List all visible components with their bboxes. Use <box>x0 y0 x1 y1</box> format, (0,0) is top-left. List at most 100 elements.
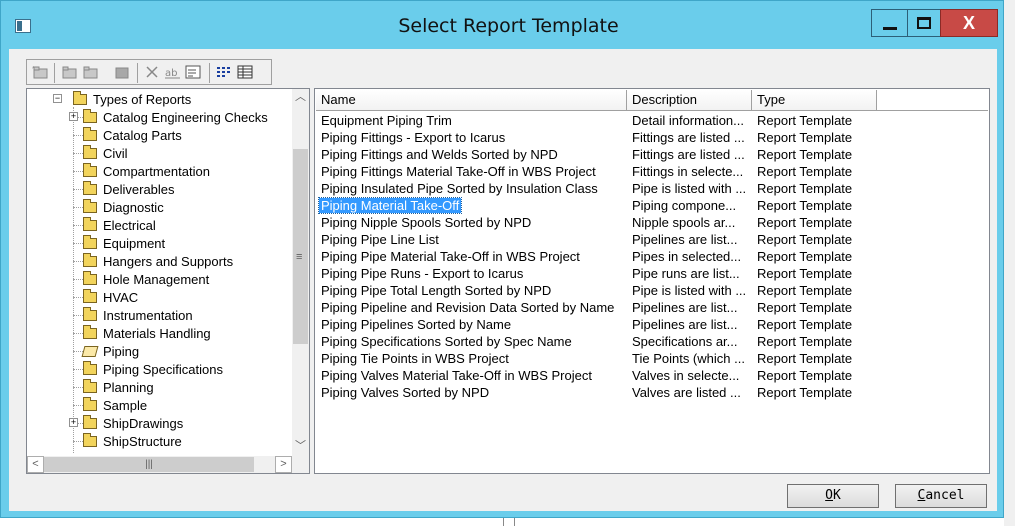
table-row[interactable]: Piping Nipple Spools Sorted by NPD Nipple… <box>316 214 988 231</box>
tree-item-label: Hole Management <box>103 271 210 287</box>
table-row[interactable]: Piping Specifications Sorted by Spec Nam… <box>316 333 988 350</box>
table-row[interactable]: Piping Pipelines Sorted by Name Pipelines… <box>316 316 988 333</box>
rename-icon[interactable]: ab <box>164 64 182 80</box>
folder-icon <box>83 180 97 195</box>
tree-item[interactable]: Deliverables <box>73 180 175 198</box>
tree-item[interactable]: Electrical <box>73 216 156 234</box>
table-row[interactable]: Piping Pipeline and Revision Data Sorted… <box>316 299 988 316</box>
folder-icon <box>83 270 97 285</box>
table-row[interactable]: Piping Material Take-Off Piping compone..… <box>316 197 988 214</box>
table-row[interactable]: Piping Valves Material Take-Off in WBS P… <box>316 367 988 384</box>
cell-type: Report Template <box>757 368 853 383</box>
tree-item[interactable]: Diagnostic <box>73 198 164 216</box>
horizontal-scroll-thumb[interactable]: ||| <box>44 457 254 472</box>
table-row[interactable]: Piping Fittings Material Take-Off in WBS… <box>316 163 988 180</box>
tree-item[interactable]: Equipment <box>73 234 165 252</box>
scroll-right-icon[interactable]: > <box>275 456 292 473</box>
tree-horizontal-scrollbar[interactable]: < ||| > <box>27 456 292 473</box>
tree-item[interactable]: Sample <box>73 396 147 414</box>
maximize-button[interactable] <box>907 9 940 37</box>
scroll-down-icon[interactable]: ﹀ <box>292 438 309 455</box>
cell-name-text: Piping Valves Sorted by NPD <box>321 385 490 400</box>
table-row[interactable]: Piping Pipe Material Take-Off in WBS Pro… <box>316 248 988 265</box>
cell-description: Fittings are listed ... <box>632 147 745 162</box>
tree-item-types-of-reports[interactable]: − Types of Reports <box>53 90 191 108</box>
minimize-button[interactable] <box>871 9 907 37</box>
cell-name: Piping Material Take-Off <box>316 197 627 214</box>
tree-item[interactable]: Piping <box>73 342 139 360</box>
tree-item-label: ShipDrawings <box>103 415 184 431</box>
svg-text:*: * <box>32 66 35 73</box>
new-item-icon[interactable] <box>60 64 78 80</box>
scroll-left-icon[interactable]: < <box>27 456 44 473</box>
expand-icon[interactable]: + <box>69 112 78 121</box>
table-row[interactable]: Piping Tie Points in WBS Project Tie Poin… <box>316 350 988 367</box>
cell-name: Piping Pipe Runs - Export to Icarus <box>316 265 627 282</box>
cell-name-text: Piping Specifications Sorted by Spec Nam… <box>321 334 572 349</box>
paste-icon[interactable] <box>113 64 131 80</box>
column-header-description[interactable]: Description <box>627 90 752 110</box>
tree-vertical-scrollbar[interactable]: ︿ ≡ ﹀ <box>292 89 309 456</box>
table-row[interactable]: Piping Insulated Pipe Sorted by Insulati… <box>316 180 988 197</box>
tree-item-label: Deliverables <box>103 181 175 197</box>
report-template-list[interactable]: Name Description Type Equipment Piping T… <box>314 88 990 474</box>
title-bar[interactable]: Select Report Template X <box>1 1 1003 49</box>
table-row[interactable]: Piping Pipe Line List Pipelines are list.… <box>316 231 988 248</box>
tree-connector <box>73 333 83 334</box>
copy-folder-icon[interactable] <box>81 64 99 80</box>
tree-item-label: Civil <box>103 145 128 161</box>
cell-name: Piping Nipple Spools Sorted by NPD <box>316 214 627 231</box>
minimize-icon <box>882 26 897 30</box>
cell-name: Piping Pipe Material Take-Off in WBS Pro… <box>316 248 627 265</box>
properties-icon[interactable] <box>184 64 202 80</box>
tree-connector <box>73 315 83 316</box>
cell-name-text: Piping Fittings - Export to Icarus <box>321 130 506 145</box>
table-row[interactable]: Piping Fittings - Export to Icarus Fittin… <box>316 129 988 146</box>
column-header-name[interactable]: Name <box>316 90 627 110</box>
delete-icon[interactable] <box>143 64 161 80</box>
tree-item[interactable]: + Catalog Engineering Checks <box>69 108 268 126</box>
column-header-type[interactable]: Type <box>752 90 877 110</box>
cell-name-text: Piping Valves Material Take-Off in WBS P… <box>321 368 592 383</box>
tree-item[interactable]: Compartmentation <box>73 162 210 180</box>
table-row[interactable]: Piping Pipe Runs - Export to Icarus Pipe … <box>316 265 988 282</box>
tree-item[interactable]: Hangers and Supports <box>73 252 233 270</box>
tree-item[interactable]: Civil <box>73 144 128 162</box>
maximize-icon <box>917 17 931 29</box>
tree-item[interactable]: ShipStructure <box>73 432 182 450</box>
background-divider <box>514 518 515 526</box>
report-type-tree[interactable]: − Types of Reports + Catalog Engineering … <box>26 88 310 474</box>
table-row[interactable]: Equipment Piping Trim Detail information.… <box>316 112 988 129</box>
scroll-up-icon[interactable]: ︿ <box>292 89 309 106</box>
tree-item[interactable]: Materials Handling <box>73 324 211 342</box>
tree-item[interactable]: HVAC <box>73 288 138 306</box>
tree-item[interactable]: + ShipDrawings <box>69 414 184 432</box>
folder-icon <box>83 162 97 177</box>
close-button[interactable]: X <box>940 9 998 37</box>
tree-item[interactable]: Hole Management <box>73 270 210 288</box>
cell-description: Pipes in selected... <box>632 249 742 264</box>
expand-icon[interactable]: + <box>69 418 78 427</box>
folder-icon <box>83 108 97 123</box>
cell-name: Piping Specifications Sorted by Spec Nam… <box>316 333 627 350</box>
tree-item-label: Diagnostic <box>103 199 164 215</box>
vertical-scroll-thumb[interactable]: ≡ <box>293 149 308 344</box>
collapse-icon[interactable]: − <box>53 94 62 103</box>
list-view-icon[interactable] <box>215 64 233 80</box>
tree-item[interactable]: Piping Specifications <box>73 360 223 378</box>
tree-item[interactable]: Instrumentation <box>73 306 193 324</box>
select-report-template-dialog: Select Report Template X * ab − Types of… <box>0 0 1004 518</box>
tree-connector <box>73 297 83 298</box>
details-view-icon[interactable] <box>236 64 254 80</box>
table-row[interactable]: Piping Pipe Total Length Sorted by NPD Pi… <box>316 282 988 299</box>
cancel-button[interactable]: Cancel <box>895 484 987 508</box>
new-folder-icon[interactable]: * <box>31 64 49 80</box>
tree-item[interactable]: Planning <box>73 378 154 396</box>
tree-connector <box>73 243 83 244</box>
ok-button[interactable]: OK <box>787 484 879 508</box>
table-row[interactable]: Piping Valves Sorted by NPD Valves are li… <box>316 384 988 401</box>
cell-description: Tie Points (which ... <box>632 351 745 366</box>
tree-item[interactable]: Catalog Parts <box>73 126 182 144</box>
table-row[interactable]: Piping Fittings and Welds Sorted by NPD F… <box>316 146 988 163</box>
cell-type: Report Template <box>757 351 853 366</box>
